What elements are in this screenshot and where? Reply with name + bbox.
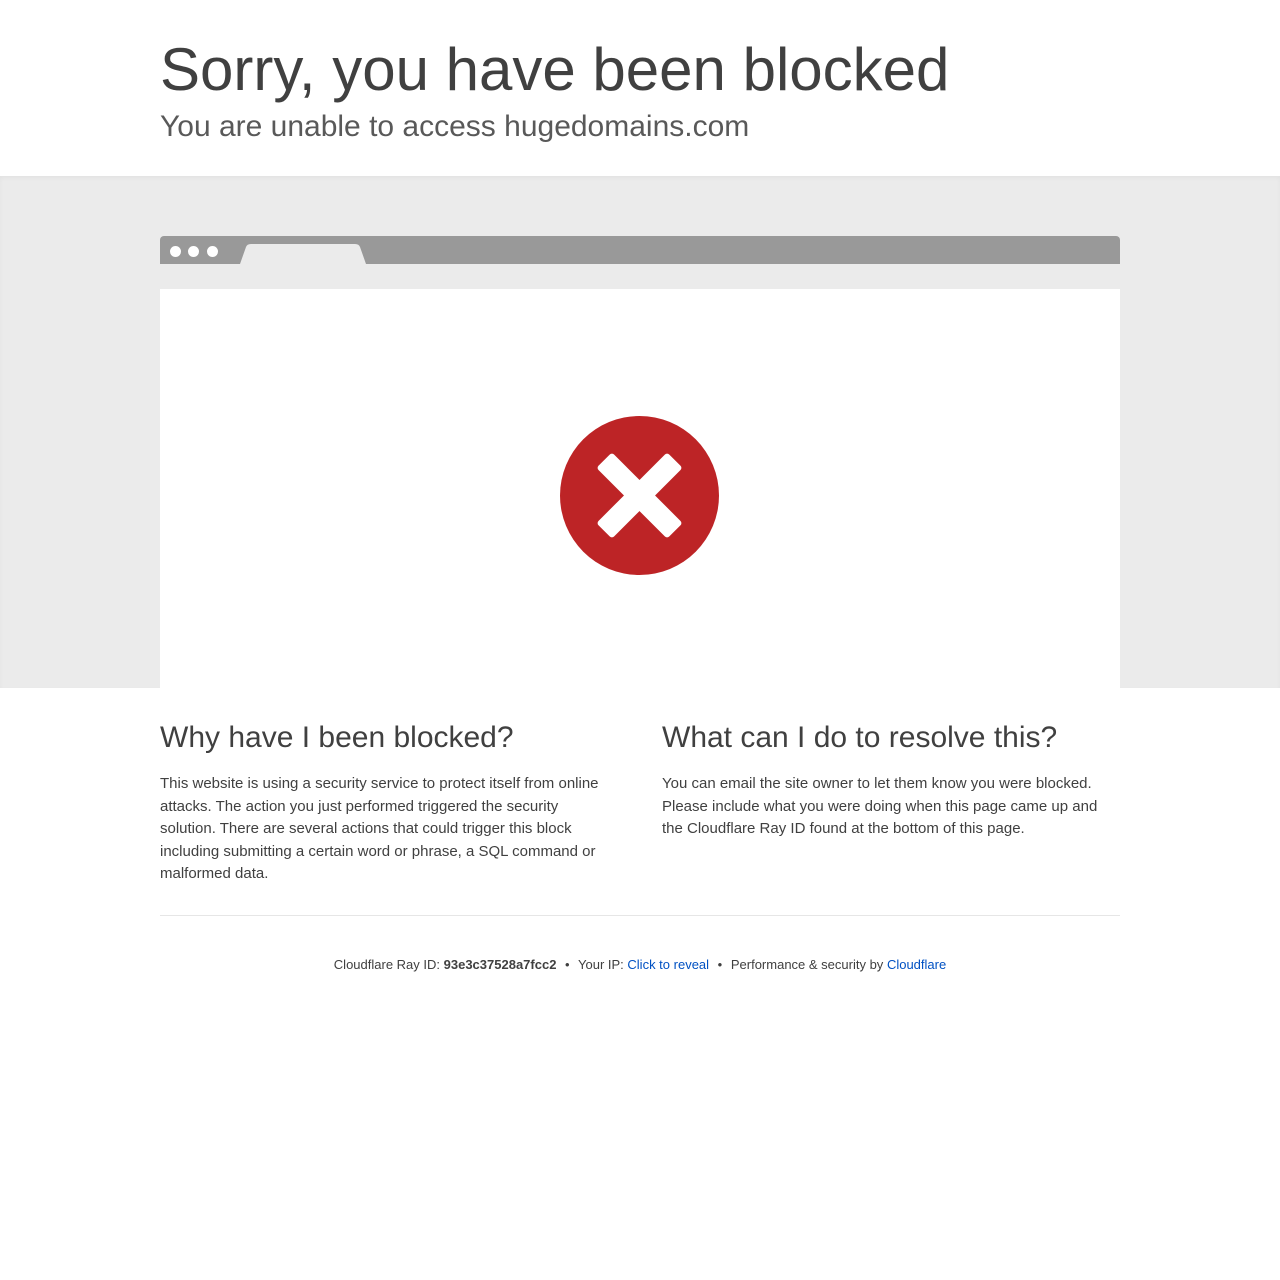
block-x-icon [560, 416, 719, 575]
why-blocked-text: This website is using a security service… [160, 775, 599, 882]
page-title: Sorry, you have been blocked [160, 36, 950, 103]
window-dot-icon [207, 246, 218, 257]
why-blocked-heading: Why have I been blocked? [160, 721, 514, 754]
page-header: Sorry, you have been blocked You are una… [0, 0, 1280, 176]
resolve-section: What can I do to resolve this? You can e… [662, 720, 1120, 841]
browser-mock-window [160, 289, 1120, 689]
resolve-text: You can email the site owner to let them… [662, 775, 1098, 837]
footer-separator: • [565, 957, 570, 972]
cloudflare-link[interactable]: Cloudflare [887, 957, 946, 972]
ray-id-value: 93e3c37528a7fcc2 [443, 957, 557, 972]
why-blocked-section: Why have I been blocked? This website is… [160, 720, 618, 886]
window-dot-icon [170, 246, 181, 257]
ray-id-label: Cloudflare Ray ID: [333, 957, 441, 972]
performance-label: Performance & security by [730, 957, 884, 972]
window-dot-icon [188, 246, 199, 257]
footer: Cloudflare Ray ID: 93e3c37528a7fcc2 • Yo… [0, 956, 1280, 974]
ip-label: Your IP: [578, 957, 624, 972]
footer-divider [160, 915, 1120, 916]
resolve-heading: What can I do to resolve this? [662, 721, 1058, 754]
browser-mock-bar [160, 236, 1120, 264]
browser-tab-icon [240, 244, 366, 264]
page-subtitle: You are unable to access hugedomains.com [160, 110, 750, 143]
reveal-ip-button[interactable]: Click to reveal [627, 957, 709, 972]
footer-separator: • [717, 957, 723, 972]
